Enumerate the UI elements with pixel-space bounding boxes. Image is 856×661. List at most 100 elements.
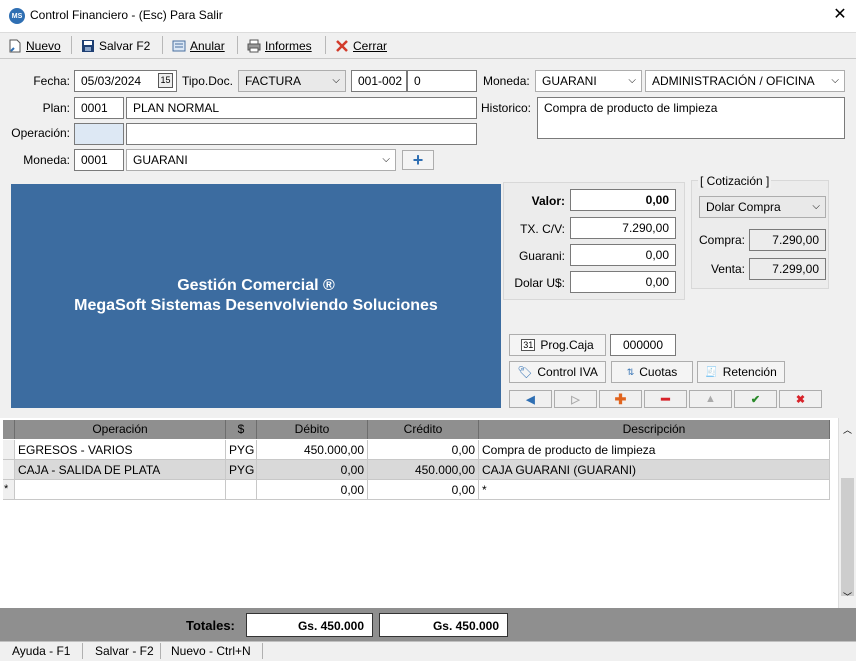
table-cell[interactable]: 0,00 — [257, 480, 368, 500]
table-cell[interactable]: Compra de producto de limpieza — [479, 440, 830, 460]
calendar-icon[interactable]: 15 — [158, 73, 173, 88]
cotizacion-select[interactable]: Dolar Compra ⌵ — [699, 196, 826, 218]
nav-next-button[interactable]: ▷ — [554, 390, 597, 408]
x-icon: ✖ — [795, 393, 806, 406]
close-icon[interactable]: ✕ — [830, 5, 850, 25]
triangle-up-icon: ▲ — [705, 393, 716, 405]
operacion-label: Operación: — [11, 126, 70, 140]
table-cell[interactable] — [15, 480, 226, 500]
moneda-top-label: Moneda: — [483, 74, 530, 88]
prog-caja-value: 000000 — [622, 338, 664, 352]
table-cell[interactable]: * — [479, 480, 830, 500]
table-cell[interactable] — [226, 480, 257, 500]
dolar-input[interactable]: 0,00 — [570, 271, 676, 293]
valor-input[interactable]: 0,00 — [570, 189, 676, 211]
doc-series-input[interactable]: 001-002 — [351, 70, 407, 92]
header-moneda[interactable]: $ — [226, 420, 257, 439]
table-cell[interactable]: PYG — [226, 460, 257, 480]
table-cell[interactable]: PYG — [226, 440, 257, 460]
grid-scrollbar[interactable]: ︿ ﹀ — [838, 418, 856, 608]
cuotas-label: Cuotas — [639, 365, 678, 379]
add-moneda-button[interactable]: + — [402, 150, 434, 170]
salvar-label: Salvar F2 — [99, 39, 151, 53]
anular-button[interactable]: Anular — [172, 36, 225, 56]
retencion-button[interactable]: 🧾 Retención — [697, 361, 785, 383]
header-operacion[interactable]: Operación — [15, 420, 226, 439]
header-credito[interactable]: Crédito — [368, 420, 479, 439]
fecha-value: 05/03/2024 — [81, 74, 142, 88]
table-cell[interactable]: 450.000,00 — [257, 440, 368, 460]
row-selector[interactable] — [3, 440, 15, 460]
doc-number-input[interactable]: 0 — [407, 70, 477, 92]
prog-caja-input[interactable]: 000000 — [610, 334, 676, 356]
venta-input[interactable]: 7.299,00 — [749, 258, 826, 280]
valor-value: 0,00 — [645, 193, 669, 207]
nav-cancel-button[interactable]: ✖ — [779, 390, 822, 408]
cotizacion-title: [ Cotización ] — [698, 174, 772, 188]
tx-input[interactable]: 7.290,00 — [570, 217, 676, 239]
nuevo-button[interactable]: Nuevo — [8, 36, 61, 56]
nav-edit-button[interactable]: ▲ — [689, 390, 732, 408]
status-separator — [82, 643, 83, 659]
nuevo-label: Nuevo — [26, 39, 61, 53]
operacion-code-input[interactable] — [74, 123, 124, 145]
guarani-value: 0,00 — [645, 248, 669, 262]
status-ayuda: Ayuda - F1 — [12, 644, 71, 658]
category-select[interactable]: ADMINISTRACIÓN / OFICINA ⌵ — [645, 70, 845, 92]
new-row-marker[interactable]: * — [3, 480, 15, 500]
plan-code-input[interactable]: 0001 — [74, 97, 124, 119]
cotizacion-select-value: Dolar Compra — [706, 200, 781, 214]
tipodoc-select[interactable]: FACTURA ⌵ — [238, 70, 346, 92]
operacion-name-input[interactable] — [126, 123, 477, 145]
receipt-icon: 🧾 — [705, 366, 718, 378]
chevron-down-icon: ⌵ — [628, 75, 636, 86]
table-cell[interactable]: CAJA - SALIDA DE PLATA — [15, 460, 226, 480]
guarani-label: Guarani: — [518, 249, 565, 263]
table-cell[interactable]: 0,00 — [257, 460, 368, 480]
category-value: ADMINISTRACIÓN / OFICINA — [652, 74, 815, 88]
informes-button[interactable]: Informes — [247, 36, 312, 56]
printer-icon — [247, 39, 261, 53]
status-separator — [262, 643, 263, 659]
header-descripcion[interactable]: Descripción — [479, 420, 830, 439]
compra-input[interactable]: 7.290,00 — [749, 229, 826, 251]
scroll-thumb[interactable] — [841, 478, 854, 596]
moneda-select[interactable]: GUARANI ⌵ — [126, 149, 396, 171]
plan-name-input[interactable]: PLAN NORMAL — [126, 97, 477, 119]
historico-label: Historico: — [481, 101, 532, 115]
cerrar-button[interactable]: Cerrar — [335, 36, 387, 56]
anular-label: Anular — [190, 39, 225, 53]
historico-input[interactable]: Compra de producto de limpieza — [537, 97, 845, 139]
close-red-icon — [336, 40, 348, 52]
historico-value: Compra de producto de limpieza — [544, 101, 718, 115]
scroll-up-icon[interactable]: ︿ — [843, 423, 852, 436]
moneda-top-select[interactable]: GUARANI ⌵ — [535, 70, 642, 92]
header-debito[interactable]: Débito — [257, 420, 368, 439]
table-cell[interactable]: EGRESOS - VARIOS — [15, 440, 226, 460]
moneda-code-input[interactable]: 0001 — [74, 149, 124, 171]
informes-label: Informes — [265, 39, 312, 53]
salvar-button[interactable]: Salvar F2 — [81, 36, 150, 56]
nav-confirm-button[interactable]: ✔ — [734, 390, 777, 408]
table-cell[interactable]: 450.000,00 — [368, 460, 479, 480]
cuotas-button[interactable]: ⇅ Cuotas — [611, 361, 693, 383]
plus-icon: ✚ — [614, 390, 627, 407]
control-iva-button[interactable]: 🏷 Control IVA — [509, 361, 606, 383]
prog-caja-label: Prog.Caja — [540, 338, 594, 352]
nav-prev-button[interactable]: ◀ — [509, 390, 552, 408]
retencion-label: Retención — [722, 365, 777, 379]
table-cell[interactable]: 0,00 — [368, 480, 479, 500]
row-selector[interactable] — [3, 460, 15, 480]
prog-caja-button[interactable]: 31 Prog.Caja — [509, 334, 606, 356]
table-cell[interactable]: 0,00 — [368, 440, 479, 460]
status-nuevo: Nuevo - Ctrl+N — [171, 644, 251, 658]
calendar-icon: 31 — [521, 339, 536, 351]
guarani-input[interactable]: 0,00 — [570, 244, 676, 266]
table-cell[interactable]: CAJA GUARANI (GUARANI) — [479, 460, 830, 480]
nav-add-button[interactable]: ✚ — [599, 390, 642, 408]
nav-delete-button[interactable]: ━ — [644, 390, 687, 408]
compra-value: 7.290,00 — [772, 233, 819, 247]
scroll-down-icon[interactable]: ﹀ — [843, 590, 852, 603]
tx-value: 7.290,00 — [622, 221, 669, 235]
chevron-down-icon: ⌵ — [812, 201, 820, 212]
